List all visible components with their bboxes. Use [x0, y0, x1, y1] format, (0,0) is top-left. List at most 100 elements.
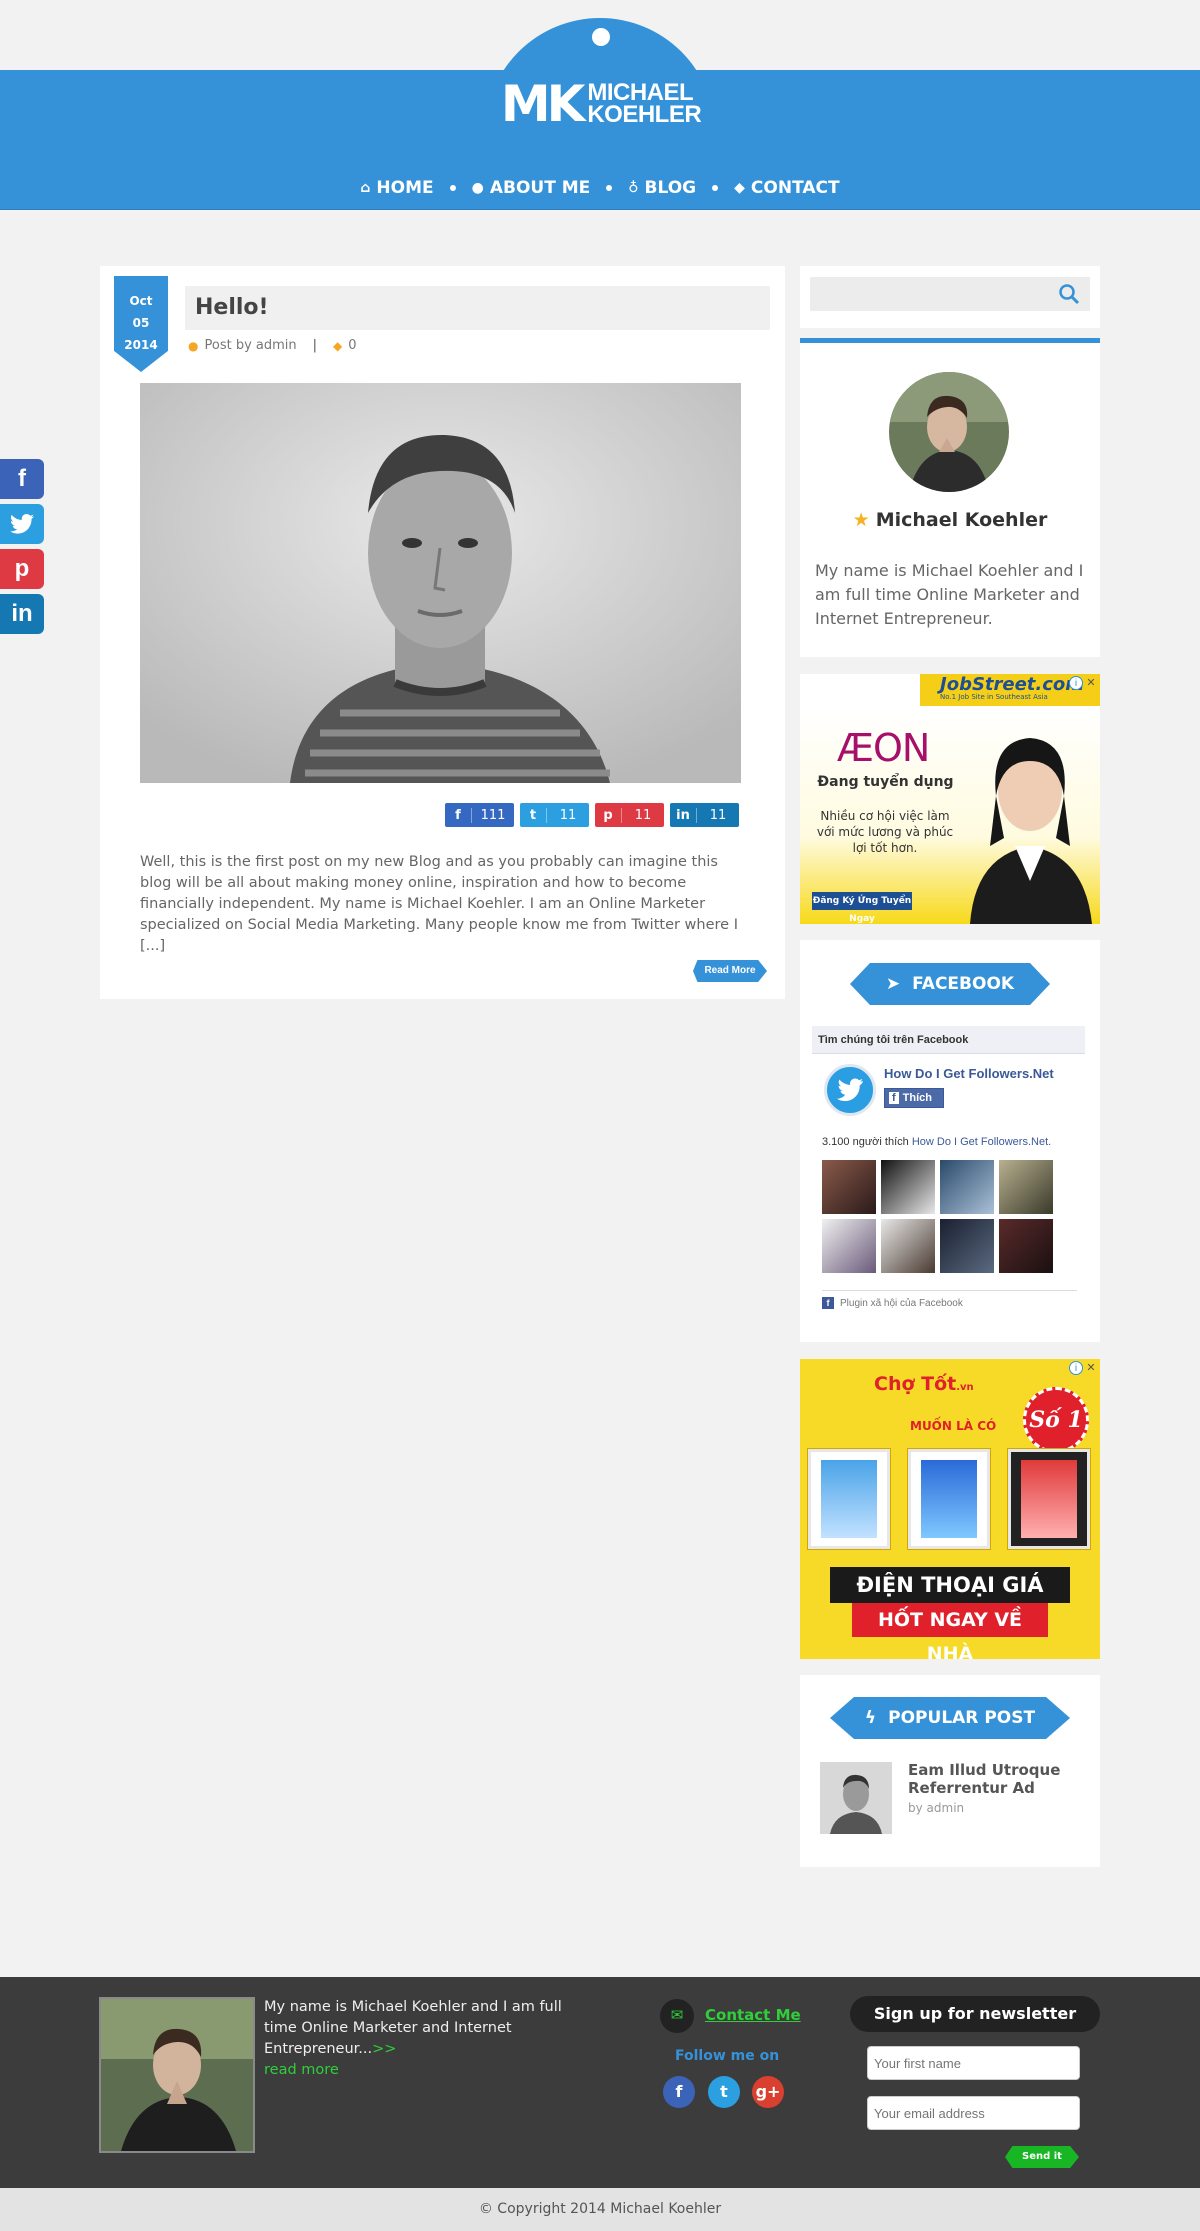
twitter-bird-icon	[10, 514, 34, 534]
facebook-share-button[interactable]: f 111	[445, 803, 514, 827]
fan-avatar[interactable]	[822, 1219, 876, 1273]
facebook-share-icon[interactable]: f	[0, 459, 44, 499]
meta-separator: |	[312, 338, 318, 353]
fb-count-link[interactable]: How Do I Get Followers.Net.	[912, 1136, 1051, 1148]
search-widget	[800, 266, 1100, 328]
fan-avatar[interactable]	[999, 1219, 1053, 1273]
fb-page-name[interactable]: How Do I Get Followers.Net	[884, 1066, 1054, 1081]
fb-page-avatar[interactable]	[824, 1064, 876, 1116]
post-author[interactable]: Post by admin	[204, 338, 296, 353]
fb-plugin-label[interactable]: Plugin xã hội của Facebook	[840, 1298, 963, 1309]
nav-about-label: ABOUT ME	[489, 178, 591, 198]
linkedin-share-icon[interactable]: in	[0, 594, 44, 634]
nav-home[interactable]: ⌂ HOME	[360, 178, 433, 198]
nav-about[interactable]: ● ABOUT ME	[472, 178, 591, 198]
facebook-share-count: 111	[471, 807, 514, 823]
nav-blog-label: BLOG	[644, 178, 697, 198]
ad-info-icon[interactable]: i	[1069, 1361, 1083, 1375]
googleplus-follow-icon[interactable]: g+	[752, 2076, 784, 2108]
pinterest-share-button[interactable]: p 11	[595, 803, 664, 827]
linkedin-share-count: 11	[696, 807, 739, 823]
ad-brand-sub: No.1 Job Site in Southeast Asia	[940, 693, 1048, 701]
nav-contact-label: CONTACT	[750, 178, 840, 198]
fb-like-label: Thích	[902, 1092, 933, 1104]
fb-widget-title: Tìm chúng tôi trên Facebook	[812, 1026, 1085, 1054]
follow-label: Follow me on	[675, 2048, 780, 2064]
nav-contact[interactable]: ◆ CONTACT	[734, 178, 839, 198]
linkedin-icon: in	[676, 807, 690, 823]
fan-avatar[interactable]	[881, 1160, 935, 1214]
linkedin-share-button[interactable]: in 11	[670, 803, 739, 827]
post-title[interactable]: Hello!	[185, 286, 770, 330]
fan-avatar[interactable]	[940, 1160, 994, 1214]
facebook-icon: f	[455, 807, 461, 823]
twitter-share-count: 11	[546, 807, 589, 823]
ad-brand: JobStreet.com	[940, 674, 1085, 695]
post-featured-image[interactable]	[140, 383, 741, 783]
facebook-widget: ➤ FACEBOOK Tìm chúng tôi trên Facebook H…	[800, 940, 1100, 1342]
ad2-subtitle: MUỐN LÀ CÓ	[910, 1419, 997, 1433]
home-icon: ⌂	[360, 180, 371, 196]
site-footer: My name is Michael Koehler and I am full…	[0, 1977, 1200, 2188]
footer-read-more-link[interactable]: read more	[264, 2062, 339, 2078]
post-meta: ● Post by admin | ◆ 0	[188, 338, 357, 353]
jobstreet-ad[interactable]: JobStreet.com No.1 Job Site in Southeast…	[800, 674, 1100, 924]
fan-avatar[interactable]	[822, 1160, 876, 1214]
fb-count-text: 3.100 người thích	[822, 1136, 909, 1148]
tag-icon: ◆	[734, 180, 745, 196]
ad2-banner-1: ĐIỆN THOẠI GIÁ TỐT	[830, 1567, 1070, 1633]
twitter-share-button[interactable]: t 11	[520, 803, 589, 827]
user-icon: ●	[188, 338, 199, 353]
facebook-page-plugin: Tìm chúng tôi trên Facebook How Do I Get…	[812, 1026, 1085, 1316]
footer-about: My name is Michael Koehler and I am full…	[264, 1997, 584, 2081]
newsletter-email[interactable]	[867, 2096, 1080, 2130]
ad-close-icon[interactable]: ✕	[1084, 676, 1098, 690]
ad-person-image	[970, 738, 1092, 924]
twitter-follow-icon[interactable]: t	[708, 2076, 740, 2108]
site-logo[interactable]: MK MICHAEL KOEHLER	[486, 78, 716, 130]
phone-image	[1008, 1449, 1090, 1549]
magnifier-glyph	[1059, 284, 1080, 305]
footer-photo	[99, 1997, 255, 2153]
newsletter-send-button[interactable]: Send it	[1005, 2146, 1079, 2168]
popular-post-thumbnail[interactable]	[820, 1762, 892, 1834]
search-input[interactable]	[810, 277, 1090, 311]
search-icon[interactable]	[1058, 283, 1080, 305]
popular-post-title[interactable]: Eam Illud Utroque Referrentur Ad	[908, 1761, 1078, 1797]
bolt-icon: ϟ	[864, 1708, 877, 1728]
newsletter-first-name[interactable]	[867, 2046, 1080, 2080]
nav-blog[interactable]: ♁ BLOG	[628, 178, 696, 198]
logo-mark: MK	[500, 75, 585, 133]
facebook-ribbon-label: FACEBOOK	[912, 974, 1015, 994]
facebook-icon: f	[889, 1092, 899, 1104]
fan-avatar[interactable]	[881, 1219, 935, 1273]
logo-name: MICHAEL KOEHLER	[587, 81, 702, 128]
facebook-follow-icon[interactable]: f	[663, 2076, 695, 2108]
footer-more-arrow[interactable]: >>	[372, 2041, 396, 2057]
about-text: My name is Michael Koehler and I am full…	[815, 561, 1084, 628]
pinterest-icon: p	[603, 807, 613, 823]
comment-count[interactable]: 0	[348, 338, 356, 353]
ad-description: Nhiều cơ hội việc làm với mức lương và p…	[816, 809, 954, 855]
contact-me-link[interactable]: Contact Me	[705, 2006, 801, 2024]
popular-ribbon-label: POPULAR POST	[888, 1708, 1036, 1728]
fan-avatar[interactable]	[940, 1219, 994, 1273]
date-badge: Oct 05 2014	[114, 276, 168, 372]
main-nav: ⌂ HOME ● ABOUT ME ♁ BLOG ◆ CONTACT	[0, 175, 1200, 201]
fan-avatar[interactable]	[999, 1160, 1053, 1214]
ad-info-icon[interactable]: i	[1069, 676, 1083, 690]
logo-line2: KOEHLER	[587, 101, 702, 128]
chotot-logo: Chợ Tốt.vn	[874, 1373, 974, 1395]
fb-like-button[interactable]: f Thích	[884, 1088, 944, 1108]
fb-plugin-footer: f Plugin xã hội của Facebook	[822, 1290, 1077, 1309]
read-more-button[interactable]: Read More	[693, 960, 767, 982]
chotot-ad[interactable]: Chợ Tốt.vn MUỐN LÀ CÓ Số 1 ĐIỆN THOẠI GI…	[800, 1359, 1100, 1659]
about-avatar	[889, 372, 1009, 492]
ad-apply-button[interactable]: Đăng Ký Ứng Tuyển Ngay	[812, 892, 912, 924]
ad-close-icon[interactable]: ✕	[1084, 1361, 1098, 1375]
twitter-share-icon[interactable]	[0, 504, 44, 544]
user-icon: ●	[471, 180, 484, 196]
nav-home-label: HOME	[376, 178, 434, 198]
send-icon: ➤	[885, 974, 901, 994]
pinterest-share-icon[interactable]: p	[0, 549, 44, 589]
